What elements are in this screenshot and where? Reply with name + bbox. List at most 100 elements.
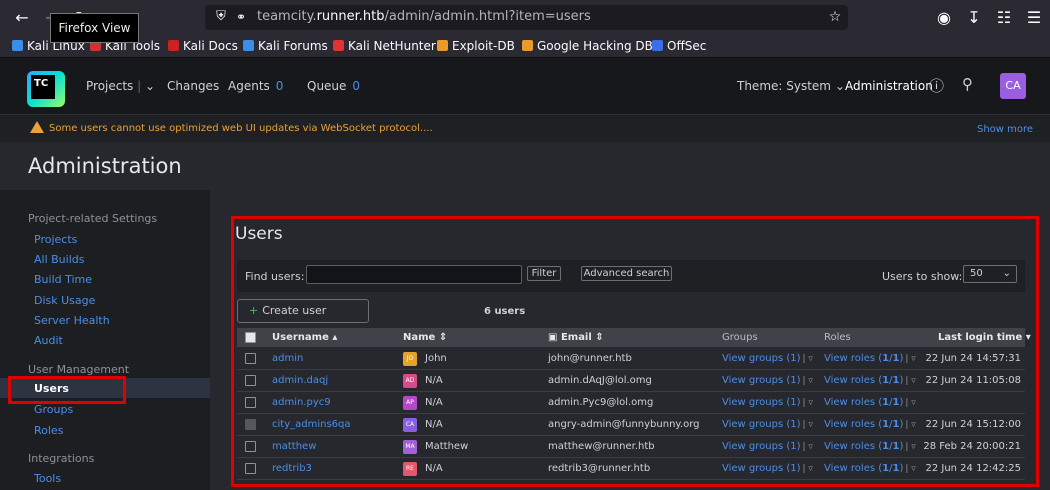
- view-groups-link[interactable]: View groups (1) | ▿: [722, 375, 813, 386]
- teamcity-logo[interactable]: TC: [27, 71, 65, 107]
- pocket-icon[interactable]: ◉: [934, 8, 954, 28]
- address-bar[interactable]: ⛨ ⚭ teamcity.runner.htb/admin/admin.html…: [205, 5, 848, 30]
- advanced-search-button[interactable]: Advanced search: [581, 266, 672, 281]
- col-email[interactable]: ▣ Email ⇕: [548, 332, 604, 343]
- download-icon[interactable]: ↧: [964, 8, 984, 28]
- username-link[interactable]: admin.daqj: [272, 375, 328, 386]
- view-roles-link[interactable]: View roles (1/1) | ▿: [824, 375, 916, 386]
- view-groups-link[interactable]: View groups (1) | ▿: [722, 353, 813, 364]
- back-arrow-icon[interactable]: ←: [12, 8, 32, 28]
- user-avatar[interactable]: CA: [1000, 73, 1026, 99]
- extensions-icon[interactable]: ☷: [994, 8, 1014, 28]
- dropdown-icon[interactable]: | ▿: [905, 354, 915, 364]
- col-username[interactable]: Username ▴: [272, 332, 337, 343]
- table-row: admin.pyc9 AP N/A admin.Pyc9@lol.omg View gr…: [237, 392, 1025, 414]
- last-login-time: 22 Jun 24 11:05:08: [925, 375, 1021, 386]
- view-roles-link[interactable]: View roles (1/1) | ▿: [824, 441, 916, 452]
- dropdown-icon[interactable]: | ▿: [803, 354, 813, 364]
- dropdown-icon[interactable]: | ▿: [905, 376, 915, 386]
- bookmark-google-hacking-db[interactable]: Google Hacking DB: [522, 39, 653, 53]
- row-checkbox[interactable]: [245, 463, 256, 474]
- menu-icon[interactable]: ☰: [1024, 8, 1044, 28]
- view-roles-link[interactable]: View roles (1/1) | ▿: [824, 463, 916, 474]
- kali-docs-icon: [168, 40, 179, 51]
- show-more-link[interactable]: Show more: [977, 124, 1033, 135]
- table-header: Username ▴ Name ⇕ ▣ Email ⇕ Groups Roles…: [237, 328, 1031, 347]
- sidebar-item-tools[interactable]: Tools: [34, 472, 61, 485]
- nav-queue[interactable]: Queue 0: [307, 79, 360, 93]
- username-link[interactable]: matthew: [272, 441, 316, 452]
- user-email: admin.dAqJ@lol.omg: [548, 375, 652, 386]
- view-roles-link[interactable]: View roles (1/1) | ▿: [824, 353, 916, 364]
- users-to-show-select[interactable]: 50 ⌄: [963, 265, 1017, 283]
- filter-button[interactable]: Filter: [527, 266, 561, 281]
- view-groups-link[interactable]: View groups (1) | ▿: [722, 419, 813, 430]
- view-roles-link[interactable]: View roles (1/1) | ▿: [824, 419, 916, 430]
- dropdown-icon[interactable]: | ▿: [905, 398, 915, 408]
- nav-agents[interactable]: Agents 0: [228, 79, 283, 93]
- dropdown-icon[interactable]: | ▿: [803, 376, 813, 386]
- sidebar-item-server-health[interactable]: Server Health: [34, 314, 110, 327]
- bookmark-kali-nethunter[interactable]: Kali NetHunter: [333, 39, 436, 53]
- row-checkbox[interactable]: [245, 353, 256, 364]
- sidebar-item-roles[interactable]: Roles: [34, 424, 63, 437]
- url-text: teamcity.runner.htb/admin/admin.html?ite…: [257, 9, 591, 24]
- username-link[interactable]: admin: [272, 353, 303, 364]
- row-checkbox[interactable]: [245, 375, 256, 386]
- help-icon[interactable]: ⓘ: [929, 75, 944, 96]
- bookmark-offsec[interactable]: OffSec: [652, 39, 706, 53]
- sidebar-item-all-builds[interactable]: All Builds: [34, 253, 84, 266]
- create-user-button[interactable]: +Create user account: [237, 299, 369, 339]
- find-users-input[interactable]: [306, 265, 522, 284]
- search-icon[interactable]: ⚲: [962, 75, 973, 93]
- sidebar-item-audit[interactable]: Audit: [34, 334, 63, 347]
- offsec-icon: [652, 40, 663, 51]
- col-roles: Roles: [824, 332, 851, 343]
- bookmark-exploit-db[interactable]: Exploit-DB: [437, 39, 515, 53]
- sidebar-item-disk-usage[interactable]: Disk Usage: [34, 294, 95, 307]
- col-last-login[interactable]: Last login time ▾: [938, 332, 1031, 343]
- select-all-checkbox[interactable]: [245, 332, 256, 343]
- sidebar-item-projects[interactable]: Projects: [34, 233, 77, 246]
- dropdown-icon[interactable]: | ▿: [905, 464, 915, 474]
- row-checkbox[interactable]: [245, 397, 256, 408]
- row-checkbox[interactable]: [245, 441, 256, 452]
- view-roles-link[interactable]: View roles (1/1) | ▿: [824, 397, 916, 408]
- user-email: redtrib3@runner.htb: [548, 463, 651, 474]
- bookmark-kali-forums[interactable]: Kali Forums: [243, 39, 328, 53]
- user-name: John: [425, 353, 447, 364]
- shield-icon[interactable]: ⛨: [211, 7, 231, 27]
- main-content: Users Find users: Filter Advanced search…: [210, 190, 1050, 490]
- username-link[interactable]: city_admins6qa: [272, 419, 351, 430]
- lock-icon[interactable]: ⚭: [231, 7, 251, 27]
- bookmark-kali-docs[interactable]: Kali Docs: [168, 39, 238, 53]
- users-to-show-label: Users to show:: [882, 270, 963, 283]
- dropdown-icon[interactable]: | ▿: [905, 420, 915, 430]
- dropdown-icon[interactable]: | ▿: [803, 398, 813, 408]
- dropdown-icon[interactable]: | ▿: [803, 420, 813, 430]
- table-row: matthew MA Matthew matthew@runner.htb View g…: [237, 436, 1025, 458]
- username-link[interactable]: redtrib3: [272, 463, 312, 474]
- col-name[interactable]: Name ⇕: [403, 332, 447, 343]
- nav-projects[interactable]: Projects | ⌄: [86, 79, 155, 93]
- dropdown-icon[interactable]: | ▿: [905, 442, 915, 452]
- nav-changes[interactable]: Changes: [167, 79, 219, 93]
- sidebar-heading-integrations: Integrations: [28, 452, 95, 465]
- chevron-down-icon: ⌄: [1002, 268, 1011, 279]
- theme-selector[interactable]: Theme: System ⌄: [737, 79, 845, 93]
- browser-toolbar: ← → ↻ ⌂ ⛨ ⚭ teamcity.runner.htb/admin/ad…: [0, 0, 1050, 36]
- row-checkbox: [245, 419, 256, 430]
- star-icon[interactable]: ☆: [825, 7, 845, 27]
- sidebar-item-build-time[interactable]: Build Time: [34, 273, 92, 286]
- dropdown-icon[interactable]: | ▿: [803, 464, 813, 474]
- username-link[interactable]: admin.pyc9: [272, 397, 331, 408]
- sidebar-item-groups[interactable]: Groups: [34, 403, 73, 416]
- user-avatar: JO: [403, 352, 417, 366]
- view-groups-link[interactable]: View groups (1) | ▿: [722, 441, 813, 452]
- view-groups-link[interactable]: View groups (1) | ▿: [722, 463, 813, 474]
- dropdown-icon[interactable]: | ▿: [803, 442, 813, 452]
- page-title: Administration: [28, 154, 182, 178]
- nav-administration[interactable]: Administration: [845, 79, 933, 93]
- view-groups-link[interactable]: View groups (1) | ▿: [722, 397, 813, 408]
- highlight-box-users: [8, 376, 126, 404]
